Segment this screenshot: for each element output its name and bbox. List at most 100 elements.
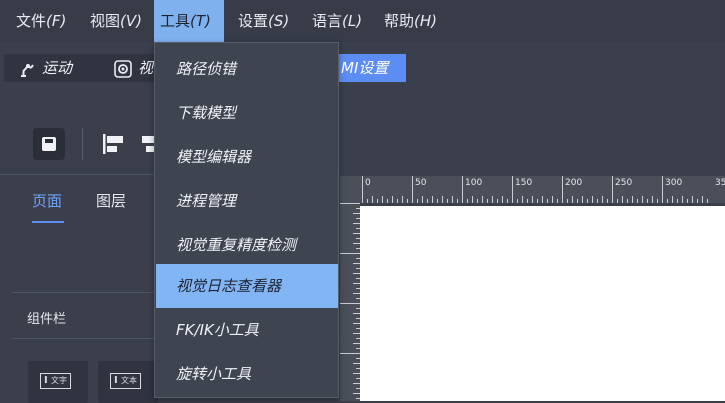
ruler-tick xyxy=(462,176,463,203)
ruler-tick xyxy=(682,196,683,203)
menu-item-download-model[interactable]: 下载模型 xyxy=(156,91,338,135)
vruler-tick xyxy=(353,393,360,394)
vruler-tick xyxy=(353,233,360,234)
ruler-tick-label: 35 xyxy=(715,178,725,188)
ruler-tick xyxy=(392,196,393,203)
vruler-tick xyxy=(353,243,360,244)
ruler-tick xyxy=(702,196,703,203)
vruler-tick xyxy=(353,293,360,294)
ruler-tick xyxy=(527,199,528,203)
ruler-tick xyxy=(642,196,643,203)
ruler-tick xyxy=(492,196,493,203)
ruler-tick xyxy=(477,199,478,203)
ruler-tick xyxy=(417,199,418,203)
ruler-tick xyxy=(412,176,413,203)
hmi-settings-button[interactable]: MI设置 xyxy=(339,54,406,82)
vruler-tick xyxy=(353,263,360,264)
vruler-tick xyxy=(353,223,360,224)
ruler-tick xyxy=(387,199,388,203)
toolbar-divider xyxy=(82,128,83,160)
motion-mode-button[interactable]: 运动 视 xyxy=(4,54,154,82)
ruler-tick xyxy=(472,196,473,203)
menu-language[interactable]: 语言(L) xyxy=(308,0,366,42)
textbox-component-tile[interactable]: 文本 xyxy=(98,361,158,403)
ruler-tick xyxy=(652,196,653,203)
ruler-tick xyxy=(442,196,443,203)
ruler-tick xyxy=(482,196,483,203)
ruler-tick xyxy=(407,199,408,203)
ruler-tick xyxy=(542,196,543,203)
ruler-tick xyxy=(612,176,613,203)
ruler-tick xyxy=(467,199,468,203)
menu-item-path-debug[interactable]: 路径侦错 xyxy=(156,47,338,91)
vertical-ruler xyxy=(340,203,360,401)
text-component-tile[interactable]: 文字 xyxy=(28,361,88,403)
ruler-tick xyxy=(622,196,623,203)
menu-help[interactable]: 帮助(H) xyxy=(380,0,441,42)
component-bar-label: 组件栏 xyxy=(27,312,67,327)
menu-item-process-manager[interactable]: 进程管理 xyxy=(156,179,338,223)
ruler-tick xyxy=(637,199,638,203)
ruler-tick xyxy=(532,196,533,203)
menu-settings[interactable]: 设置(S) xyxy=(234,0,293,42)
vruler-tick xyxy=(353,273,360,274)
menu-bar: 文件(F) 视图(V) 工具(T) 设置(S) 语言(L) 帮助(H) xyxy=(0,0,725,42)
menu-item-vision-log-viewer[interactable]: 视觉日志查看器 xyxy=(156,264,338,308)
ruler-tick xyxy=(582,196,583,203)
ruler-tick xyxy=(567,199,568,203)
ruler-tick xyxy=(672,196,673,203)
vision-mode-label: 视 xyxy=(138,59,154,77)
mode-bar: 运动 视 MI设置 xyxy=(0,50,725,86)
ruler-tick xyxy=(572,196,573,203)
ruler-tick xyxy=(657,199,658,203)
save-button[interactable] xyxy=(33,128,65,160)
ruler-tick-label: 250 xyxy=(615,178,633,188)
ruler-tick xyxy=(597,199,598,203)
align-left-button[interactable] xyxy=(100,128,132,160)
ruler-tick xyxy=(517,199,518,203)
tab-layers[interactable]: 图层 xyxy=(96,190,126,211)
ruler-tick xyxy=(617,199,618,203)
ruler-tick-label: 200 xyxy=(565,178,583,188)
ruler-tick xyxy=(437,199,438,203)
design-canvas[interactable] xyxy=(360,206,725,401)
menu-view[interactable]: 视图(V) xyxy=(86,0,146,42)
ruler-tick xyxy=(587,199,588,203)
ruler-tick xyxy=(607,199,608,203)
vruler-tick xyxy=(340,353,360,354)
ruler-tick xyxy=(397,199,398,203)
menu-file[interactable]: 文件(F) xyxy=(12,0,70,42)
vruler-tick xyxy=(353,383,360,384)
ruler-tick xyxy=(627,199,628,203)
menu-item-model-editor[interactable]: 模型编辑器 xyxy=(156,135,338,179)
vruler-tick xyxy=(353,313,360,314)
horizontal-ruler: 0 50 100 150 200 250 300 35 xyxy=(340,176,725,203)
menu-item-rotation-tool[interactable]: 旋转小工具 xyxy=(156,352,338,396)
menu-tools[interactable]: 工具(T) xyxy=(154,0,224,42)
ruler-tick xyxy=(512,176,513,203)
menu-item-vision-repeatability[interactable]: 视觉重复精度检测 xyxy=(156,223,338,267)
ruler-tick xyxy=(632,196,633,203)
menu-item-fk-ik-tool[interactable]: FK/IK小工具 xyxy=(156,308,338,352)
ruler-tick xyxy=(487,199,488,203)
ruler-tick-label: 50 xyxy=(415,178,427,188)
ruler-tick xyxy=(662,176,663,203)
tab-page[interactable]: 页面 xyxy=(32,190,62,211)
vruler-tick xyxy=(353,323,360,324)
ruler-tick xyxy=(362,176,363,203)
vruler-tick xyxy=(340,203,360,204)
vruler-tick xyxy=(353,333,360,334)
tools-dropdown-menu: 路径侦错 下载模型 模型编辑器 进程管理 视觉重复精度检测 视觉日志查看器 FK… xyxy=(154,42,339,398)
textbox-component-icon: 文本 xyxy=(110,373,141,389)
vruler-tick xyxy=(353,373,360,374)
ruler-tick xyxy=(557,199,558,203)
ruler-tick xyxy=(697,199,698,203)
ruler-tick xyxy=(427,199,428,203)
ruler-tick-label: 0 xyxy=(365,178,371,188)
ruler-tick xyxy=(367,199,368,203)
vruler-tick xyxy=(353,363,360,364)
ruler-tick xyxy=(447,199,448,203)
ruler-tick xyxy=(497,199,498,203)
ruler-tick xyxy=(382,196,383,203)
ruler-tick xyxy=(562,176,563,203)
